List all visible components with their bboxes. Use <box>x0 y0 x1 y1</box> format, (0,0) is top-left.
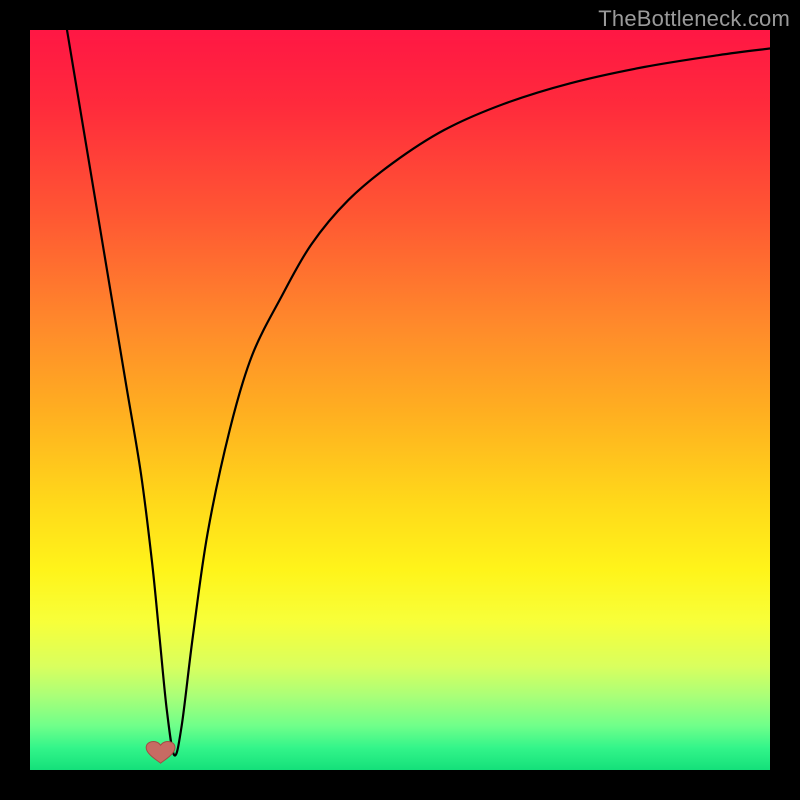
bottleneck-curve <box>67 30 770 756</box>
dip-marker-heart-icon <box>146 741 175 763</box>
watermark-text: TheBottleneck.com <box>598 6 790 32</box>
plot-svg <box>30 30 770 770</box>
plot-area <box>30 30 770 770</box>
chart-frame: TheBottleneck.com <box>0 0 800 800</box>
